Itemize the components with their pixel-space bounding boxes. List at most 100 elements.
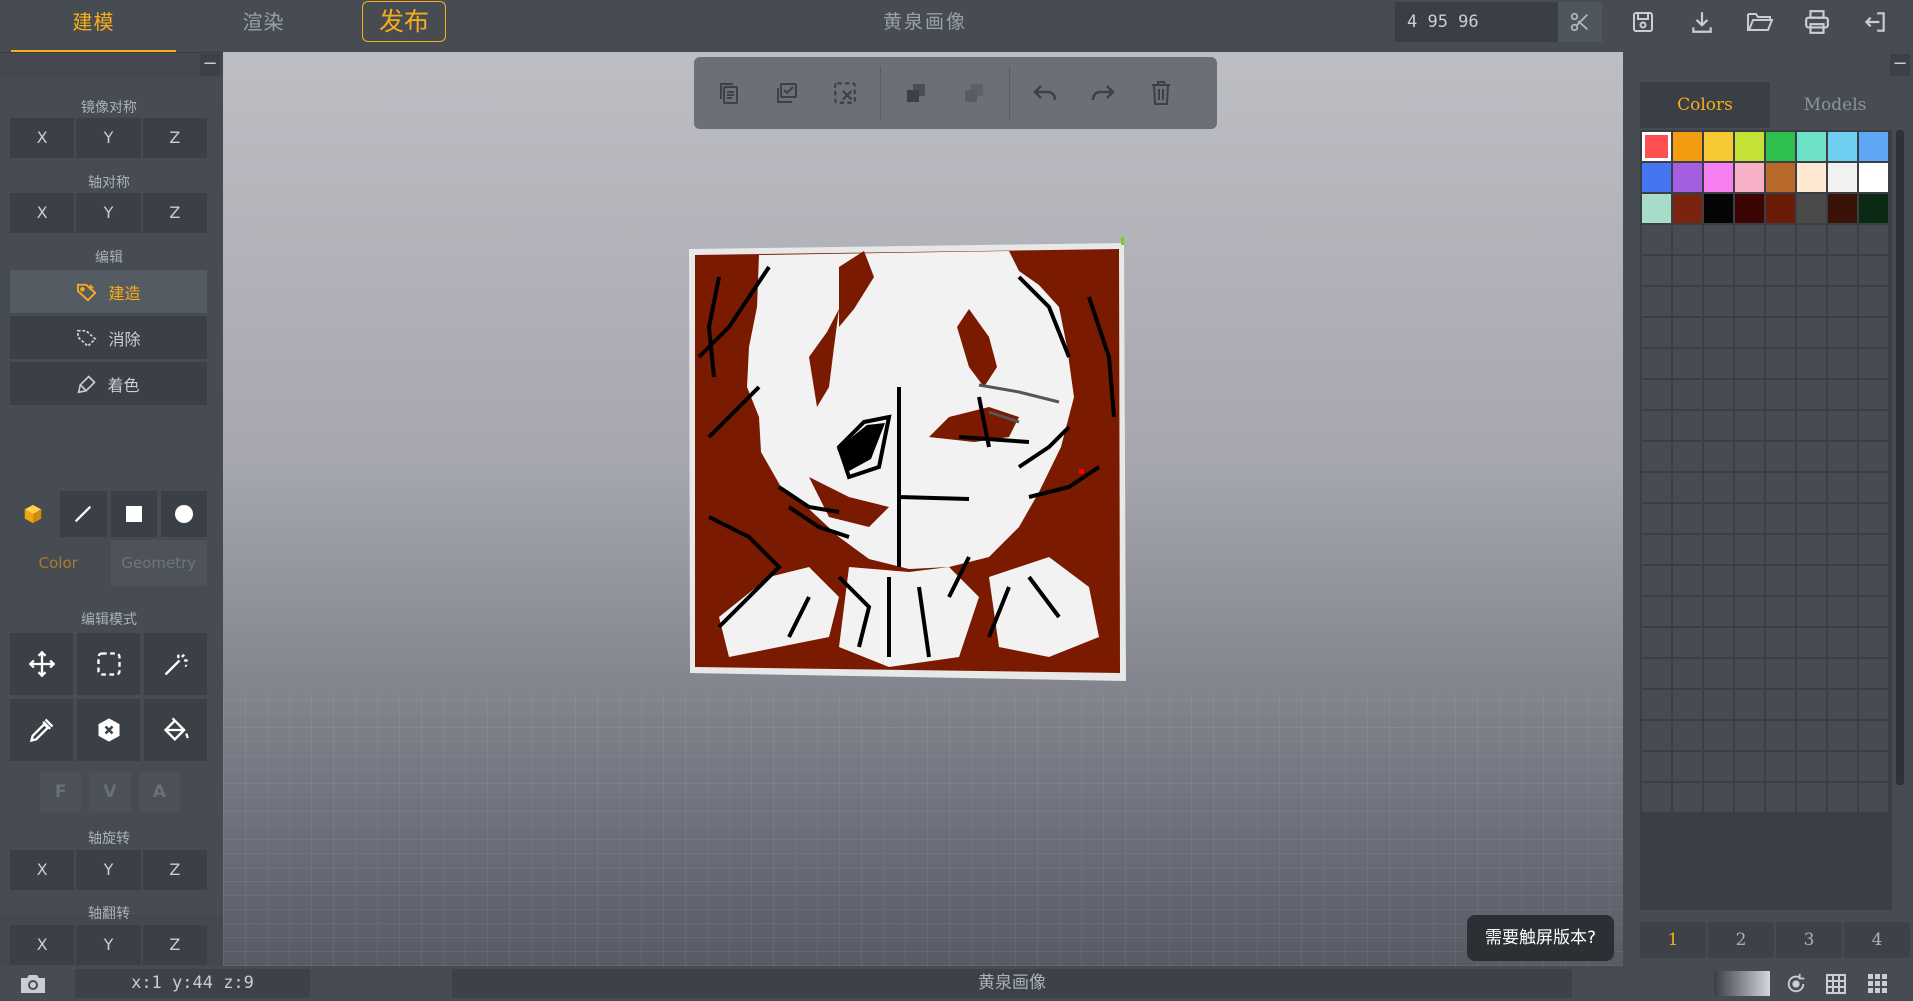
empty-swatch[interactable] [1797, 411, 1826, 440]
empty-swatch[interactable] [1797, 628, 1826, 657]
erase-mode-button[interactable]: 消除 [10, 316, 207, 359]
color-swatch[interactable] [1673, 163, 1702, 192]
color-swatch[interactable] [1766, 194, 1795, 223]
empty-swatch[interactable] [1735, 349, 1764, 378]
empty-swatch[interactable] [1735, 256, 1764, 285]
empty-swatch[interactable] [1704, 349, 1733, 378]
print-icon[interactable] [1800, 6, 1834, 38]
empty-swatch[interactable] [1642, 225, 1671, 254]
circle-icon[interactable] [160, 491, 207, 537]
empty-swatch[interactable] [1673, 287, 1702, 316]
empty-swatch[interactable] [1766, 442, 1795, 471]
mirror-y-button[interactable]: Y [76, 118, 141, 158]
camera-icon[interactable] [18, 972, 48, 996]
color-swatch[interactable] [1859, 194, 1888, 223]
touch-version-popup[interactable]: 需要触屏版本? [1467, 915, 1614, 961]
empty-swatch[interactable] [1766, 287, 1795, 316]
empty-swatch[interactable] [1735, 690, 1764, 719]
color-swatch[interactable] [1704, 132, 1733, 161]
axis-sym-z-button[interactable]: Z [142, 193, 207, 233]
tab-colors[interactable]: Colors [1640, 82, 1770, 128]
empty-swatch[interactable] [1828, 411, 1857, 440]
f-button[interactable]: F [40, 772, 82, 812]
empty-swatch[interactable] [1859, 287, 1888, 316]
empty-swatch[interactable] [1704, 659, 1733, 688]
color-swatch[interactable] [1735, 132, 1764, 161]
empty-swatch[interactable] [1642, 473, 1671, 502]
empty-swatch[interactable] [1766, 721, 1795, 750]
empty-swatch[interactable] [1828, 597, 1857, 626]
download-icon[interactable] [1685, 6, 1719, 38]
empty-swatch[interactable] [1735, 504, 1764, 533]
empty-swatch[interactable] [1735, 473, 1764, 502]
build-mode-button[interactable]: 建造 [10, 270, 207, 313]
empty-swatch[interactable] [1797, 349, 1826, 378]
empty-swatch[interactable] [1673, 628, 1702, 657]
empty-swatch[interactable] [1766, 597, 1795, 626]
reset-view-icon[interactable] [1784, 973, 1808, 995]
empty-swatch[interactable] [1766, 535, 1795, 564]
empty-swatch[interactable] [1828, 349, 1857, 378]
empty-swatch[interactable] [1642, 628, 1671, 657]
empty-swatch[interactable] [1642, 349, 1671, 378]
publish-button[interactable]: 发布 [362, 1, 446, 42]
empty-swatch[interactable] [1735, 721, 1764, 750]
mirror-x-button[interactable]: X [10, 118, 75, 158]
empty-swatch[interactable] [1704, 690, 1733, 719]
empty-swatch[interactable] [1797, 473, 1826, 502]
empty-swatch[interactable] [1766, 504, 1795, 533]
layout-grid-icon[interactable] [1867, 973, 1891, 995]
empty-swatch[interactable] [1735, 318, 1764, 347]
save-icon[interactable] [1626, 6, 1660, 38]
empty-swatch[interactable] [1642, 597, 1671, 626]
paste-icon[interactable] [764, 70, 810, 116]
paint-bucket-icon[interactable] [144, 699, 207, 761]
empty-swatch[interactable] [1704, 411, 1733, 440]
color-swatch[interactable] [1797, 132, 1826, 161]
empty-swatch[interactable] [1828, 628, 1857, 657]
grid-icon[interactable] [1825, 973, 1849, 995]
empty-swatch[interactable] [1797, 659, 1826, 688]
paint-mode-button[interactable]: 着色 [10, 362, 207, 405]
empty-swatch[interactable] [1673, 659, 1702, 688]
line-icon[interactable] [60, 491, 107, 537]
empty-swatch[interactable] [1673, 225, 1702, 254]
empty-swatch[interactable] [1859, 783, 1888, 812]
empty-swatch[interactable] [1704, 442, 1733, 471]
empty-swatch[interactable] [1673, 256, 1702, 285]
select-rect-icon[interactable] [77, 633, 140, 695]
palette-scrollbar[interactable] [1896, 130, 1904, 785]
empty-swatch[interactable] [1797, 225, 1826, 254]
color-swatch[interactable] [1673, 194, 1702, 223]
empty-swatch[interactable] [1673, 690, 1702, 719]
rotate-x-button[interactable]: X [10, 850, 75, 890]
empty-swatch[interactable] [1704, 473, 1733, 502]
merge-icon[interactable] [951, 70, 997, 116]
color-swatch[interactable] [1828, 194, 1857, 223]
empty-swatch[interactable] [1797, 256, 1826, 285]
empty-swatch[interactable] [1642, 783, 1671, 812]
empty-swatch[interactable] [1673, 380, 1702, 409]
empty-swatch[interactable] [1828, 783, 1857, 812]
empty-swatch[interactable] [1704, 721, 1733, 750]
empty-swatch[interactable] [1859, 442, 1888, 471]
palette-page-tab[interactable]: 4 [1844, 922, 1910, 958]
copy-icon[interactable] [706, 70, 752, 116]
empty-swatch[interactable] [1828, 659, 1857, 688]
empty-swatch[interactable] [1859, 225, 1888, 254]
empty-swatch[interactable] [1828, 721, 1857, 750]
magic-wand-icon[interactable] [144, 633, 207, 695]
tab-models[interactable]: Models [1770, 82, 1900, 128]
empty-swatch[interactable] [1766, 256, 1795, 285]
left-panel-collapse-button[interactable]: − [200, 54, 220, 76]
empty-swatch[interactable] [1735, 411, 1764, 440]
empty-swatch[interactable] [1704, 628, 1733, 657]
empty-swatch[interactable] [1673, 783, 1702, 812]
undo-icon[interactable] [1022, 70, 1068, 116]
empty-swatch[interactable] [1735, 442, 1764, 471]
empty-swatch[interactable] [1735, 597, 1764, 626]
color-swatch[interactable] [1642, 132, 1671, 161]
empty-swatch[interactable] [1766, 380, 1795, 409]
empty-swatch[interactable] [1797, 690, 1826, 719]
eyedropper-icon[interactable] [10, 699, 73, 761]
